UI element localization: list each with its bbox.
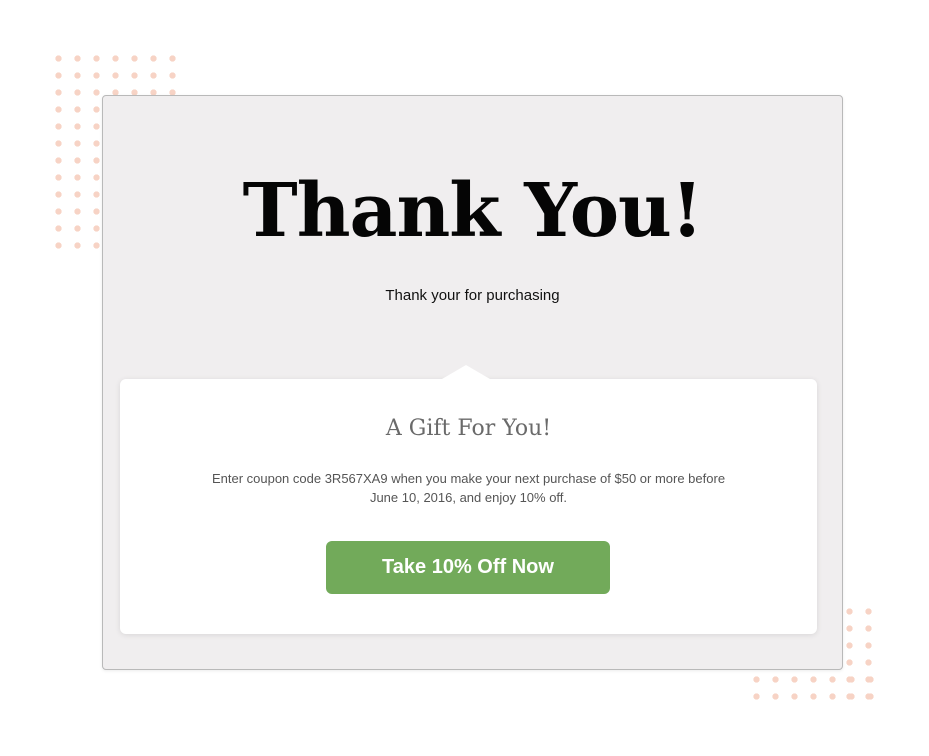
- take-discount-button[interactable]: Take 10% Off Now: [326, 541, 610, 594]
- page-subtitle: Thank your for purchasing: [385, 287, 560, 304]
- gift-message-line-1: Enter coupon code 3R567XA9 when you make…: [211, 471, 726, 486]
- gift-message: Enter coupon code 3R567XA9 when you make…: [200, 469, 737, 507]
- gift-panel-notch: [442, 365, 490, 379]
- page-title: Thank You!: [242, 168, 704, 254]
- decorative-dot-pattern-bottom: [747, 671, 878, 705]
- gift-title: A Gift For You!: [385, 416, 552, 441]
- gift-panel: A Gift For You! Enter coupon code 3R567X…: [120, 365, 817, 634]
- page: Thank You! Thank your for purchasing A G…: [0, 0, 929, 756]
- thank-you-card: Thank You! Thank your for purchasing A G…: [102, 95, 843, 670]
- gift-message-line-2: June 10, 2016, and enjoy 10% off.: [369, 490, 568, 505]
